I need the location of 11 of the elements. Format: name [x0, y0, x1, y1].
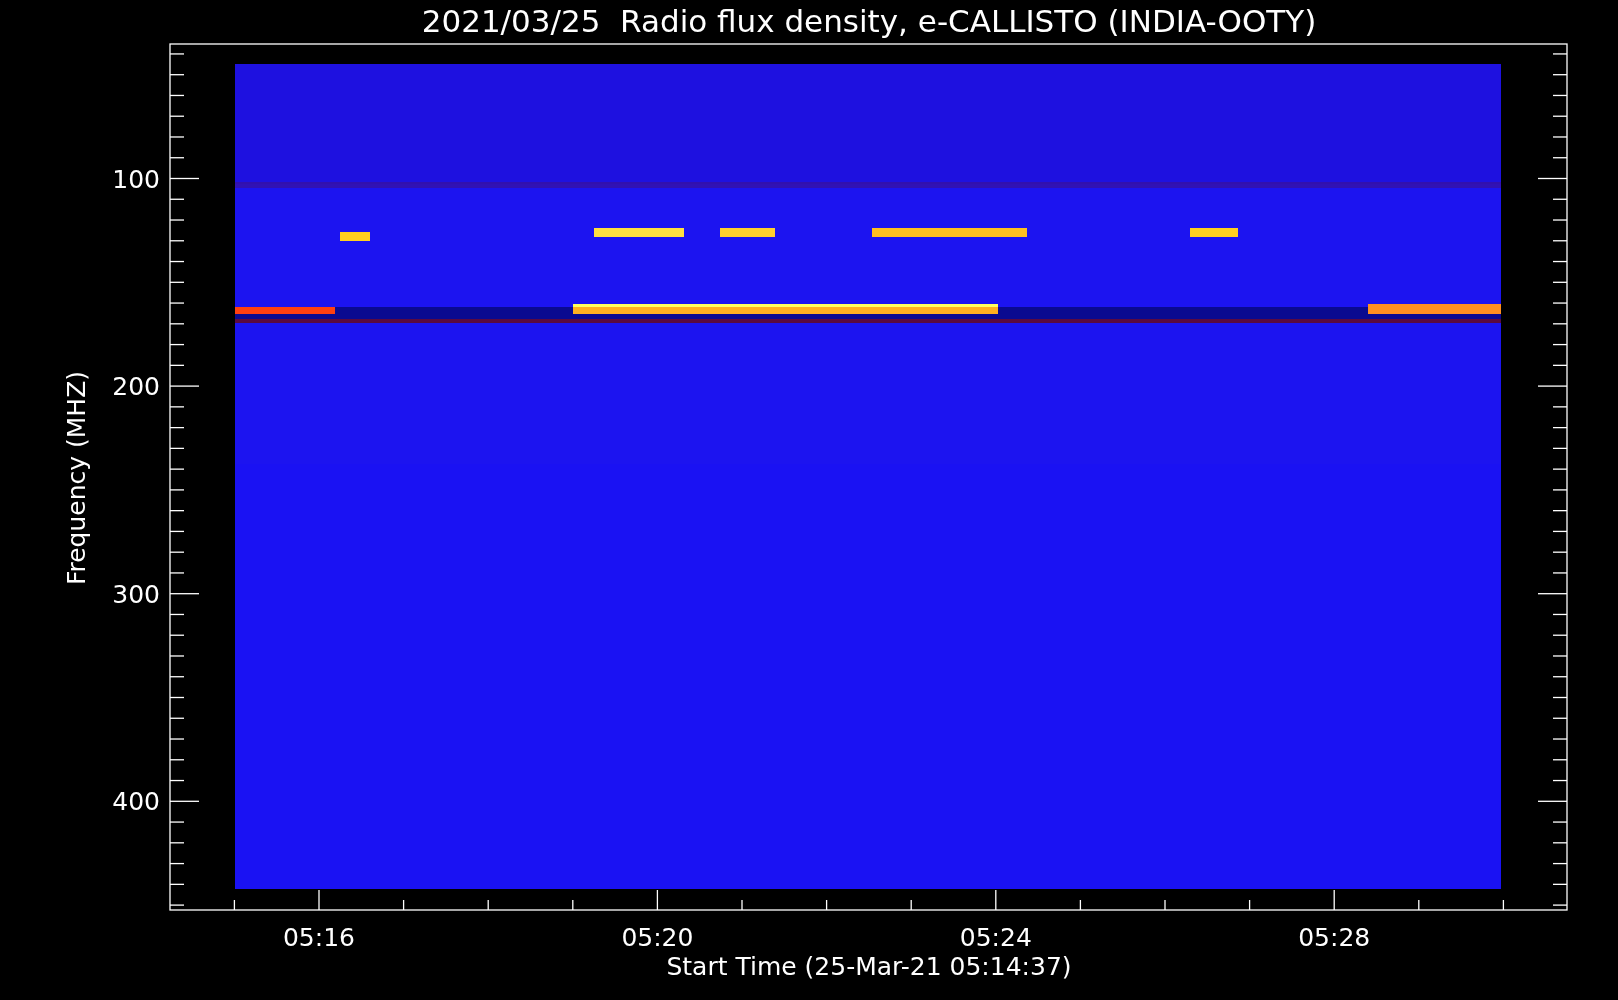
axis-title: Frequency (MHZ) [62, 370, 91, 586]
tick-label: 300 [112, 579, 160, 609]
tick-label: 200 [112, 372, 160, 402]
tick-label: 400 [112, 787, 160, 817]
tick-label: 05:20 [621, 923, 694, 952]
tick-label: 100 [112, 164, 160, 194]
axis-title: Start Time (25-Mar-21 05:14:37) [666, 952, 1072, 981]
chart-title: 2021/03/25 Radio flux density, e-CALLISTO (INDIA-OOTY) [421, 3, 1317, 39]
tick-label: 05:16 [283, 923, 355, 952]
tick-label: 05:24 [959, 923, 1032, 952]
tick-label: 05:28 [1298, 923, 1371, 952]
